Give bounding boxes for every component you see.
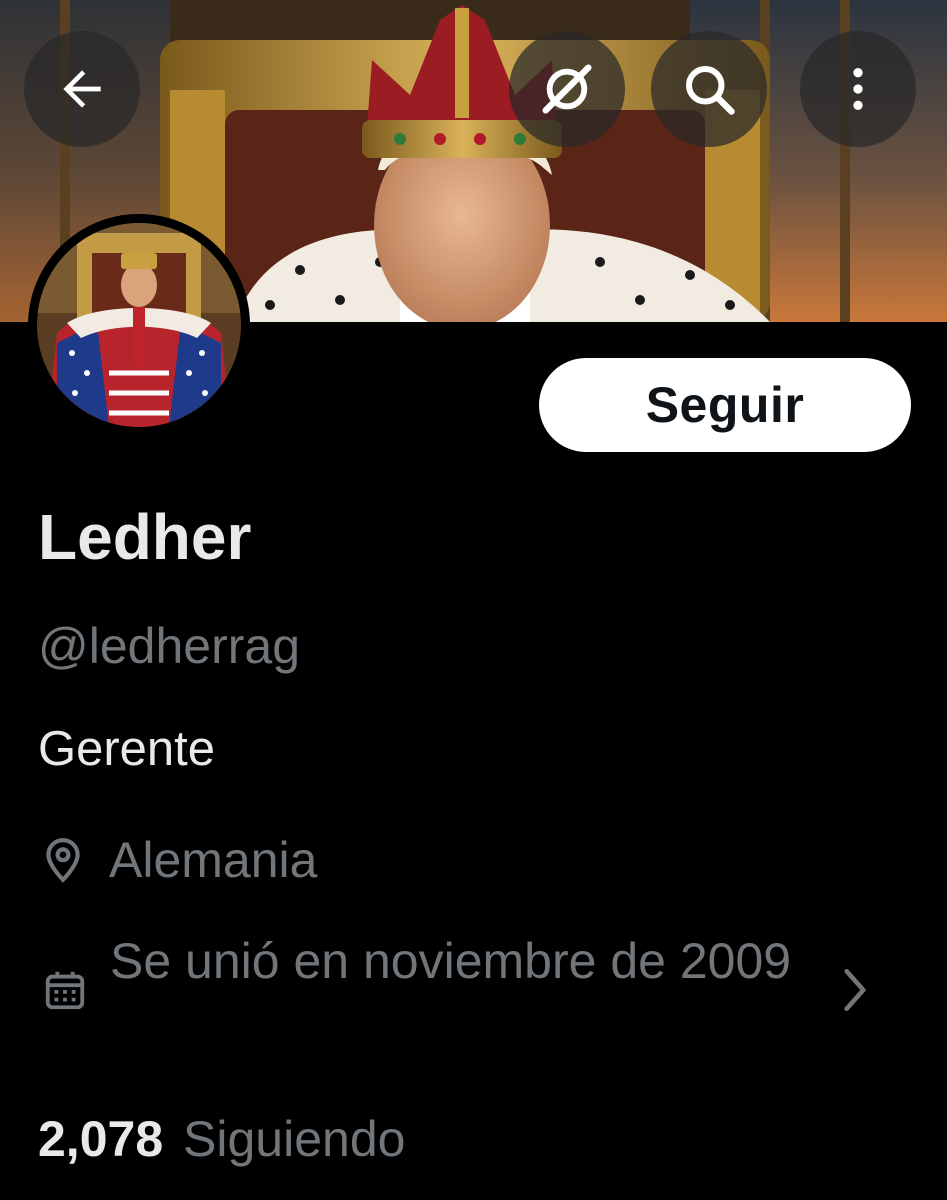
more-options-button[interactable] bbox=[800, 31, 916, 147]
grok-button[interactable] bbox=[509, 31, 625, 147]
following-label: Siguiendo bbox=[183, 1111, 406, 1167]
location-row: Alemania bbox=[38, 830, 317, 890]
following-count: 2,078 bbox=[38, 1111, 164, 1167]
location-pin-icon bbox=[38, 830, 94, 890]
location-text: Alemania bbox=[109, 832, 318, 888]
avatar[interactable] bbox=[28, 214, 250, 436]
username-handle: @ledherrag bbox=[38, 618, 301, 674]
profile-bio: Gerente bbox=[38, 722, 216, 776]
calendar-icon bbox=[42, 967, 88, 1018]
search-button[interactable] bbox=[651, 31, 767, 147]
avatar-image bbox=[37, 223, 241, 427]
arrow-left-icon bbox=[63, 70, 101, 108]
follow-button[interactable]: Seguir bbox=[539, 358, 911, 452]
following-stat[interactable]: 2,078 Siguiendo bbox=[38, 1110, 405, 1168]
join-date-text: Se unió en noviembre de 2009 bbox=[110, 933, 792, 989]
back-button[interactable] bbox=[24, 31, 140, 147]
more-vertical-icon bbox=[853, 68, 863, 110]
search-icon bbox=[686, 66, 735, 115]
grok-icon bbox=[542, 64, 592, 114]
chevron-right-icon[interactable] bbox=[838, 965, 872, 1020]
display-name: Ledher bbox=[38, 501, 252, 573]
